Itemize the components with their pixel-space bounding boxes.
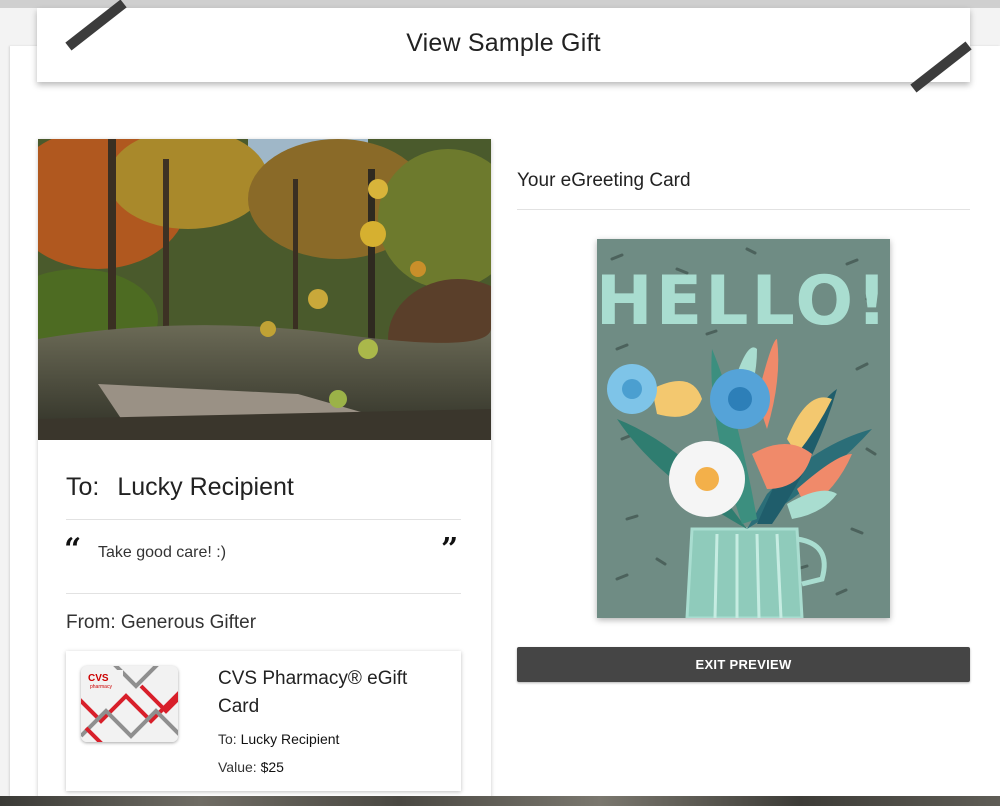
title-banner: View Sample Gift [37, 0, 972, 93]
gift-card-value-label: Value: [218, 759, 257, 775]
egreeting-heading: Your eGreeting Card [517, 170, 691, 191]
window-top-edge [0, 0, 1000, 8]
cvs-logo-subtext: pharmacy [90, 684, 112, 690]
divider [66, 593, 461, 594]
cvs-gift-card-image: CVS pharmacy [81, 666, 178, 742]
recipient-line: To: Lucky Recipient [66, 473, 294, 502]
gift-card-recipient: To: Lucky Recipient [218, 731, 339, 747]
divider [517, 209, 970, 210]
gift-card-to-value: Lucky Recipient [240, 731, 340, 747]
recipient-name: Lucky Recipient [117, 473, 294, 501]
gift-message: Take good care! :) [98, 544, 227, 561]
egift-card-summary: CVS pharmacy CVS Pharmacy® eGift Card To… [66, 651, 461, 791]
page-title: View Sample Gift [406, 29, 601, 57]
to-label: To: [66, 473, 100, 501]
gift-card-name: CVS Pharmacy® eGift Card [218, 668, 408, 717]
gift-card-value-amount: $25 [260, 759, 284, 775]
divider [66, 519, 461, 520]
gift-card-value: Value: $25 [218, 759, 284, 775]
cvs-logo-text: CVS [88, 673, 109, 684]
open-quote-icon: “ [64, 532, 82, 567]
gift-message-card: To: Lucky Recipient “ Take good care! :) … [38, 139, 491, 806]
egreeting-hello-text: HELLO! [597, 262, 890, 341]
background-strip [0, 796, 1000, 806]
close-quote-icon: ” [441, 532, 459, 567]
autumn-creek-photo [38, 139, 491, 440]
gift-card-to-label: To: [218, 731, 237, 747]
egreeting-card-image: HELLO! [597, 239, 890, 618]
exit-preview-button[interactable]: EXIT PREVIEW [517, 647, 970, 682]
sender-line: From: Generous Gifter [66, 612, 257, 633]
